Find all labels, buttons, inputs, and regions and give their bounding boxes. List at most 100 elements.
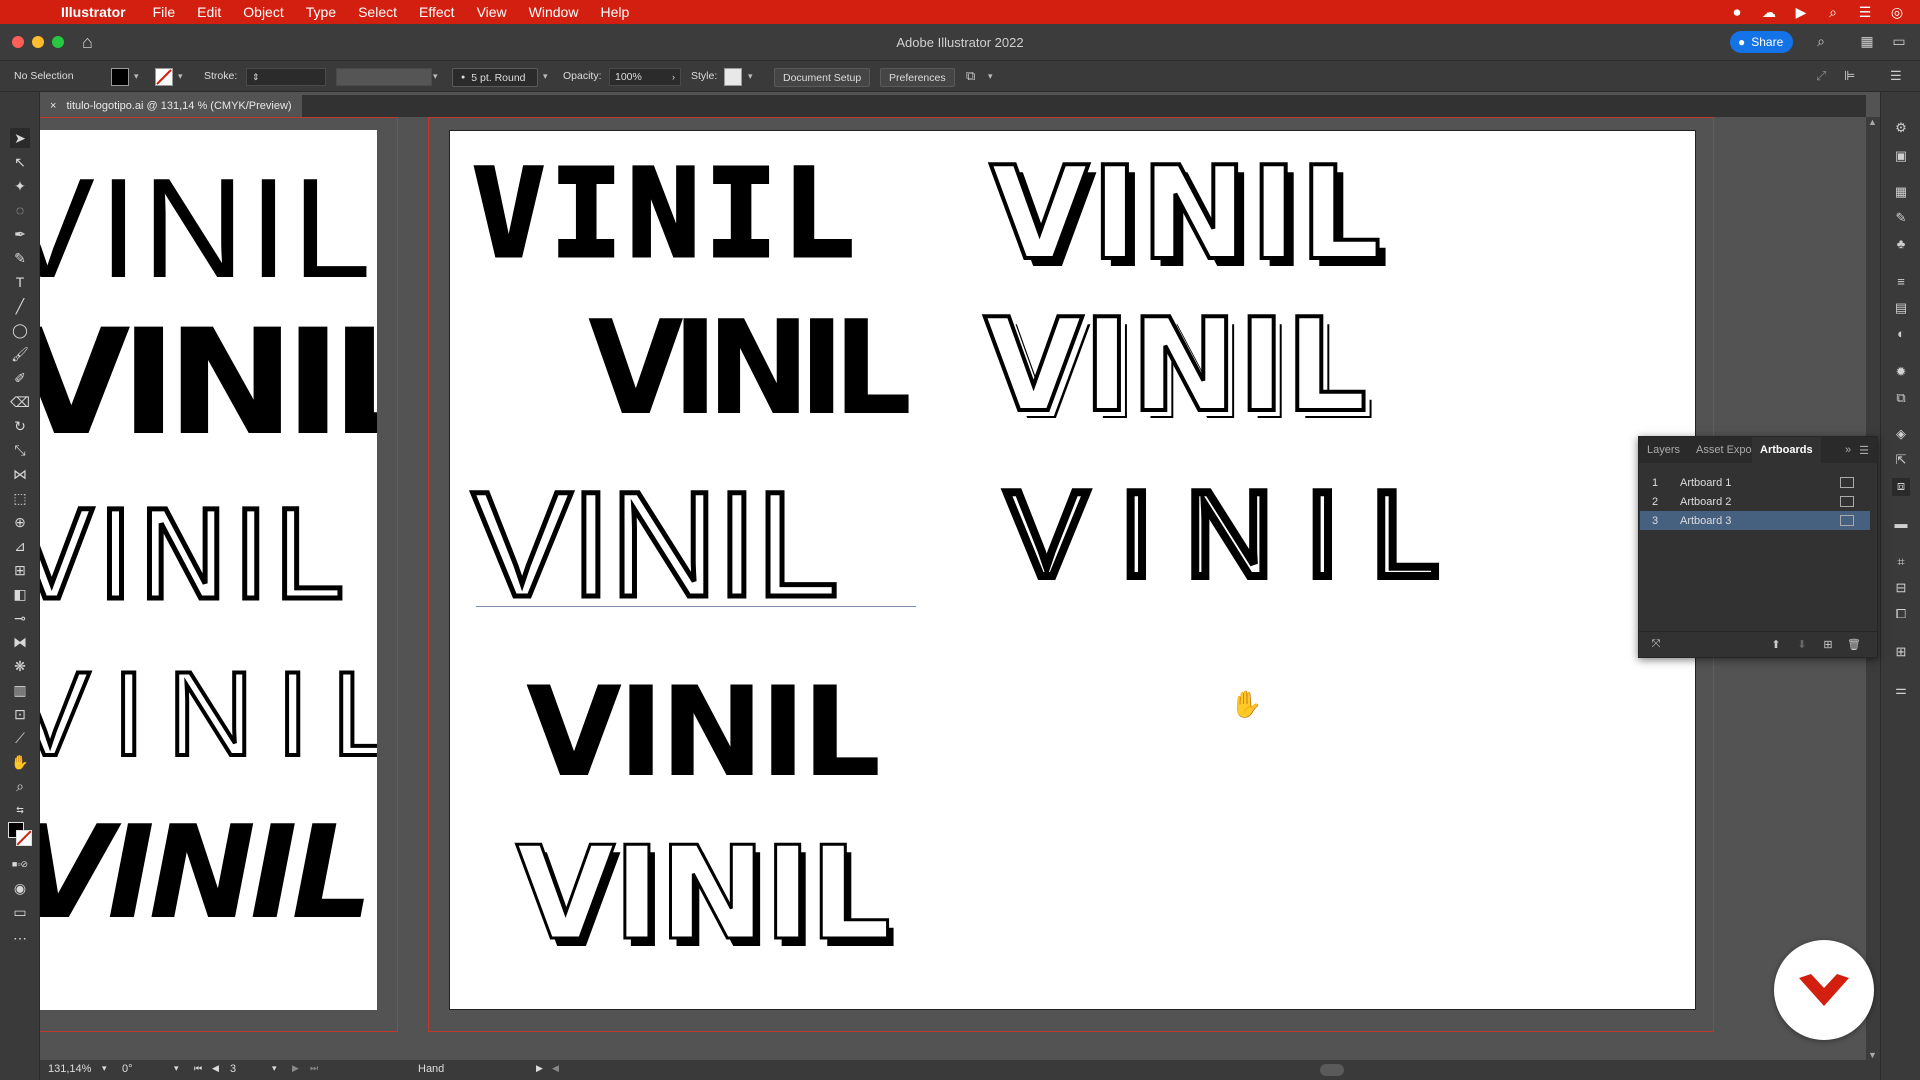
chevron-down-icon[interactable]: ▾ (134, 71, 139, 82)
previous-artboard-icon[interactable]: ◀ (212, 1063, 219, 1074)
stroke-swatch[interactable] (155, 68, 173, 86)
horizontal-scroll-thumb[interactable] (1320, 1064, 1344, 1076)
transform-icon[interactable]: ⤢ (1816, 68, 1826, 84)
menu-effect[interactable]: Effect (408, 4, 466, 20)
magic-wand-icon[interactable]: ✦ (10, 176, 30, 196)
pen-tool-icon[interactable]: ✒ (10, 224, 30, 244)
artboard-name[interactable]: Artboard 2 (1680, 496, 1830, 508)
blend-tool-icon[interactable]: ⧓ (10, 632, 30, 652)
panel-menu-icon[interactable]: ☰ (1890, 68, 1902, 84)
close-tab-icon[interactable]: × (50, 100, 56, 112)
hand-tool-icon[interactable]: ✋ (10, 752, 30, 772)
zoom-level[interactable]: 131,14% (48, 1063, 91, 1075)
home-icon[interactable]: ⌂ (82, 32, 102, 52)
chevron-down-icon[interactable]: ▾ (178, 71, 183, 82)
eraser-icon[interactable]: ⌫ (10, 392, 30, 412)
fill-swatch[interactable] (111, 68, 129, 86)
symbols-icon[interactable]: ♣ (1892, 236, 1910, 254)
appearance-icon[interactable]: ✹ (1892, 364, 1910, 382)
swatches-icon[interactable]: ▦ (1892, 184, 1910, 202)
graph-tool-icon[interactable]: ▥ (10, 680, 30, 700)
draw-mode-icon[interactable]: ◉ (10, 878, 30, 898)
search-icon[interactable]: ⌕ (1812, 33, 1830, 51)
zoom-tool-icon[interactable]: ⌕ (10, 776, 30, 796)
direct-selection-tool-icon[interactable]: ↖ (10, 152, 30, 172)
minimize-window-button[interactable] (32, 36, 44, 48)
artboard-name[interactable]: Artboard 3 (1680, 515, 1830, 527)
scroll-up-icon[interactable]: ▲ (1868, 117, 1877, 127)
close-window-button[interactable] (12, 36, 24, 48)
canvas[interactable]: VINIL VINIL VINIL VINIL VINIL VINIL VINI… (40, 117, 1866, 1060)
control-center-icon[interactable]: ☰ (1856, 3, 1874, 21)
align-panel-icon[interactable]: ⊟ (1892, 580, 1910, 598)
menu-window[interactable]: Window (518, 4, 590, 20)
scroll-down-icon[interactable]: ▼ (1868, 1050, 1877, 1060)
zoom-window-button[interactable] (52, 36, 64, 48)
graphic-styles-icon[interactable]: ⧉ (1892, 390, 1910, 408)
tab-layers[interactable]: Layers (1639, 444, 1688, 456)
transparency-icon[interactable]: ◐ (1892, 326, 1910, 344)
chevron-down-icon[interactable]: ▾ (102, 1063, 107, 1074)
curvature-tool-icon[interactable]: ✎ (10, 248, 30, 268)
selection-tool-icon[interactable]: ➤ (10, 128, 30, 148)
layers-icon[interactable]: ◈ (1892, 426, 1910, 444)
artboard-name[interactable]: Artboard 1 (1680, 477, 1830, 489)
tab-asset-export[interactable]: Asset Expo (1688, 444, 1752, 456)
links-icon[interactable]: ⊞ (1892, 644, 1910, 662)
panel-toggle-icon[interactable]: ▭ (1890, 33, 1908, 51)
artboards-icon[interactable]: ⧈ (1892, 478, 1910, 496)
brush-definition[interactable]: ● 5 pt. Round (452, 68, 538, 87)
first-artboard-icon[interactable]: ⏮ (194, 1063, 202, 1074)
scroll-left-icon[interactable]: ◀ (552, 1063, 559, 1074)
artboard-2[interactable]: VINIL VINIL VINIL VINIL VINIL (40, 130, 377, 1010)
artboard-row-3[interactable]: 3 Artboard 3 (1640, 511, 1870, 530)
gradient-tool-icon[interactable]: ◧ (10, 584, 30, 604)
stroke-weight-input[interactable]: ⇕ (246, 68, 326, 86)
graphic-style-swatch[interactable] (724, 68, 742, 86)
line-tool-icon[interactable]: ╱ (10, 296, 30, 316)
shape-builder-icon[interactable]: ⊕ (10, 512, 30, 532)
siri-icon[interactable]: ◎ (1888, 3, 1906, 21)
shaper-tool-icon[interactable]: ✐ (10, 368, 30, 388)
collapse-panel-icon[interactable]: » (1845, 444, 1855, 456)
artboard-options-icon[interactable] (1840, 477, 1854, 488)
eyedropper-icon[interactable]: ⊸ (10, 608, 30, 628)
settings-sliders-icon[interactable]: ⚌ (1892, 682, 1910, 700)
comments-icon[interactable]: ▬ (1892, 516, 1910, 534)
asset-export-icon[interactable]: ⇱ (1892, 452, 1910, 470)
color-mode-icon[interactable]: ■▫⊘ (10, 854, 30, 874)
workspace-icon[interactable]: ▦ (1858, 33, 1876, 51)
chevron-down-icon[interactable]: ▾ (174, 1063, 179, 1074)
tab-artboards[interactable]: Artboards (1752, 437, 1821, 463)
libraries-icon[interactable]: ▣ (1892, 148, 1910, 166)
arrange-icon[interactable]: ⧉ (966, 68, 975, 84)
pathfinder-icon[interactable]: ⧠ (1892, 606, 1910, 624)
document-tab[interactable]: × titulo-logotipo.ai @ 131,14 % (CMYK/Pr… (40, 95, 302, 117)
chevron-down-icon[interactable]: ▾ (272, 1063, 277, 1074)
chevron-down-icon[interactable]: ▾ (433, 71, 438, 82)
play-icon[interactable]: ▶ (1792, 3, 1810, 21)
menu-type[interactable]: Type (295, 4, 347, 20)
gradient-panel-icon[interactable]: ▤ (1892, 300, 1910, 318)
rearrange-icon[interactable]: ⤧ (1649, 638, 1663, 652)
artboard-row-1[interactable]: 1 Artboard 1 (1640, 473, 1870, 492)
stepper-icon[interactable]: ⇕ (252, 72, 260, 83)
creative-cloud-icon[interactable]: ☁ (1760, 3, 1778, 21)
brushes-icon[interactable]: ✎ (1892, 210, 1910, 228)
free-transform-icon[interactable]: ⬚ (10, 488, 30, 508)
variable-width-profile[interactable] (336, 68, 432, 86)
artboard-3[interactable]: VINIL VINIL VINIL VINIL VINIL VINIL VINI… (449, 130, 1696, 1010)
screen-mode-icon[interactable]: ▭ (10, 902, 30, 922)
stroke-panel-icon[interactable]: ≡ (1892, 274, 1910, 292)
menu-edit[interactable]: Edit (186, 4, 232, 20)
menu-object[interactable]: Object (232, 4, 294, 20)
width-tool-icon[interactable]: ⋈ (10, 464, 30, 484)
last-artboard-icon[interactable]: ⏭ (310, 1063, 318, 1074)
transform-panel-icon[interactable]: ⌗ (1892, 554, 1910, 572)
chevron-down-icon[interactable]: ▾ (988, 71, 993, 82)
document-setup-button[interactable]: Document Setup (774, 68, 871, 87)
slice-tool-icon[interactable]: ⟋ (10, 728, 30, 748)
chevron-right-icon[interactable]: › (672, 72, 675, 82)
chevron-down-icon[interactable]: ▾ (543, 71, 548, 82)
preferences-button[interactable]: Preferences (880, 68, 955, 87)
